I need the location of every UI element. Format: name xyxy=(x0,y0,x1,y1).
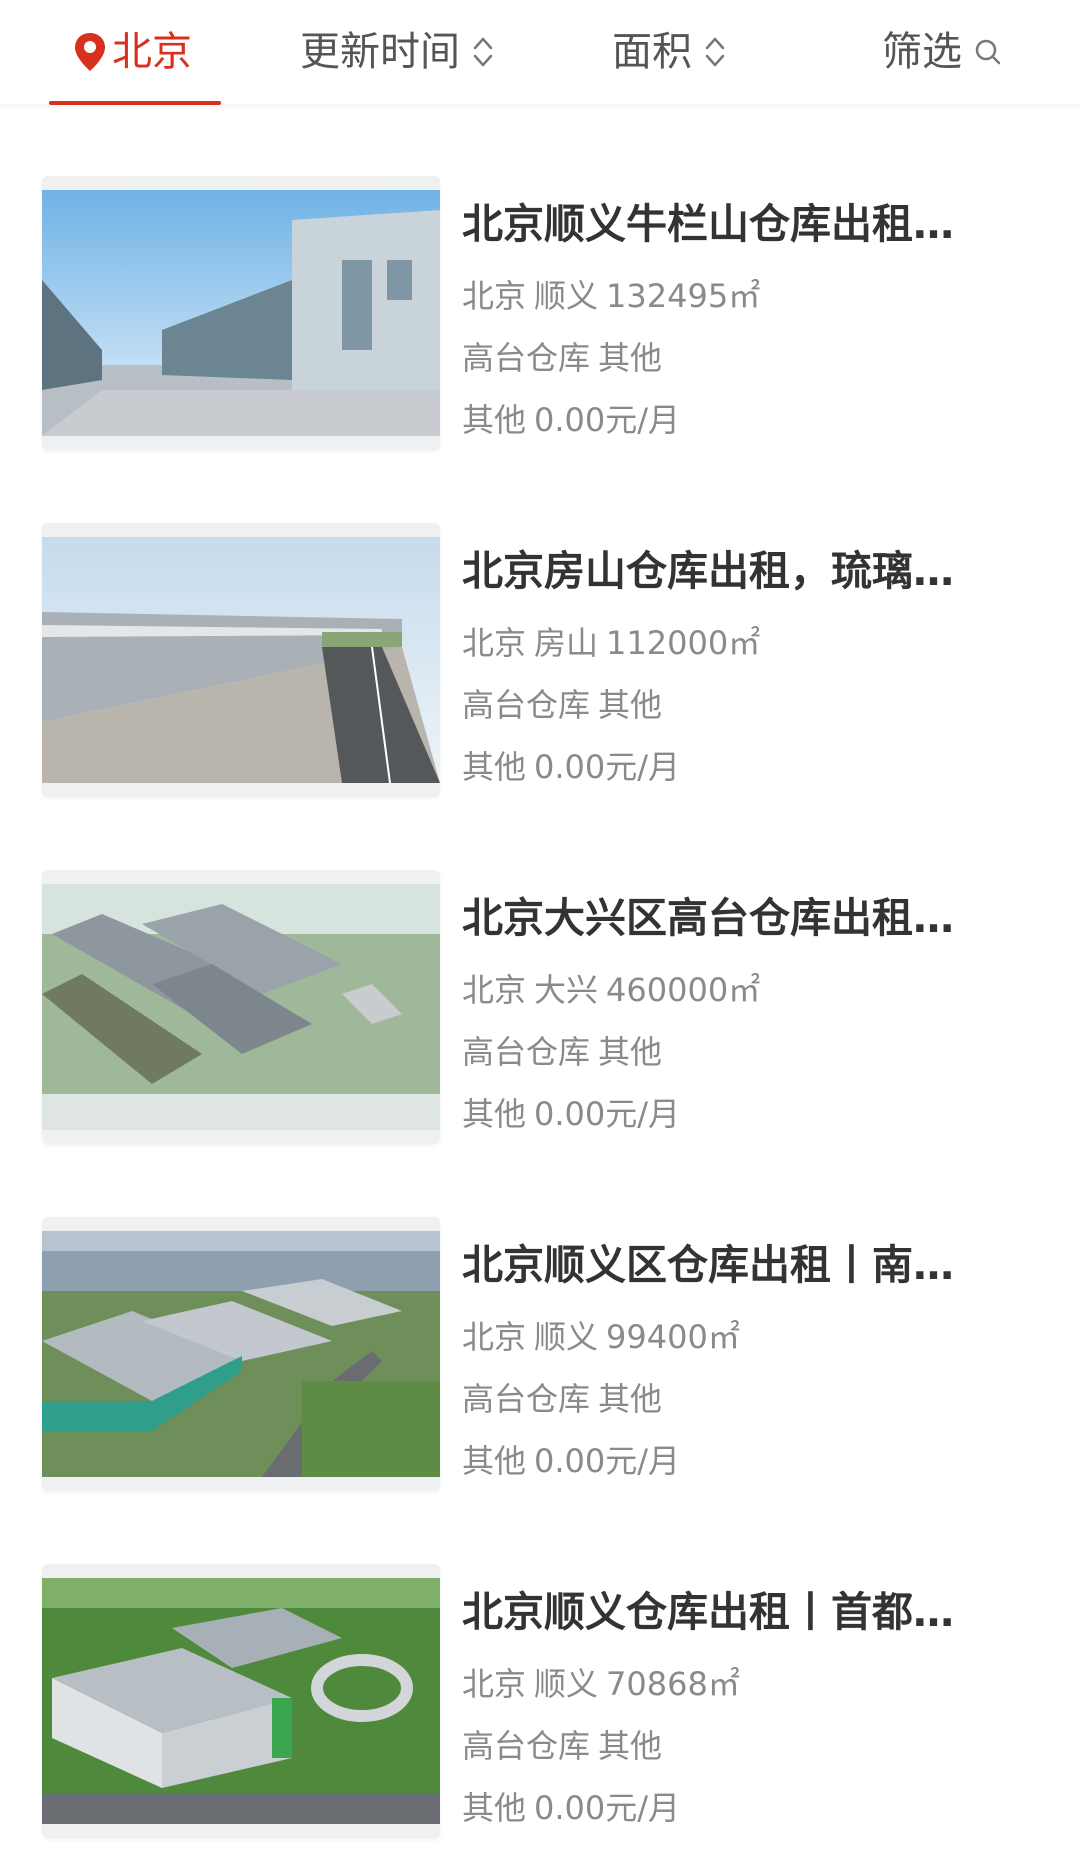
listing-category: 其他 xyxy=(598,1380,663,1418)
listing-type: 高台仓库 其他 xyxy=(462,1377,662,1421)
listing-category: 其他 xyxy=(598,1033,663,1071)
listing-price-value: 0.00元/月 xyxy=(534,1095,681,1133)
listing-type: 高台仓库 其他 xyxy=(462,683,662,727)
location-pin-icon xyxy=(75,33,105,71)
listing-price-value: 0.00元/月 xyxy=(534,1442,681,1480)
listing-warehouse-type: 高台仓库 xyxy=(462,1033,591,1071)
warehouse-photo xyxy=(42,870,440,1144)
listing-title: 北京顺义牛栏山仓库出租… xyxy=(462,200,954,248)
listing-price: 其他 0.00元/月 xyxy=(462,398,680,442)
warehouse-photo xyxy=(42,523,440,797)
listing-district: 大兴 xyxy=(534,971,599,1009)
listing-warehouse-type: 高台仓库 xyxy=(462,686,591,724)
warehouse-listing[interactable]: 北京顺义牛栏山仓库出租… 北京 顺义 132495㎡ 高台仓库 其他 其他 0.00元/… xyxy=(0,176,1080,466)
sort-update-time-label: 更新时间 xyxy=(300,29,460,75)
listing-price-type: 其他 xyxy=(462,1789,527,1827)
warehouse-listing[interactable]: 北京顺义仓库出租丨首都… 北京 顺义 70868㎡ 高台仓库 其他 其他 0.00元/月 xyxy=(0,1564,1080,1854)
sort-toggle-icon xyxy=(473,37,493,67)
city-filter-tab[interactable]: 北京 xyxy=(72,0,192,104)
listing-type: 高台仓库 其他 xyxy=(462,1724,662,1768)
warehouse-photo xyxy=(42,1564,440,1838)
listing-district: 房山 xyxy=(534,624,599,662)
listing-price: 其他 0.00元/月 xyxy=(462,1092,680,1136)
listing-price-value: 0.00元/月 xyxy=(534,1789,681,1827)
listing-location: 北京 顺义 70868㎡ xyxy=(462,1662,740,1706)
listing-city: 北京 xyxy=(462,277,527,315)
warehouse-photo xyxy=(42,1217,440,1491)
listing-price-type: 其他 xyxy=(462,1442,527,1480)
warehouse-listing[interactable]: 北京房山仓库出租，琉璃… 北京 房山 112000㎡ 高台仓库 其他 其他 0.00元/… xyxy=(0,523,1080,813)
listing-price-value: 0.00元/月 xyxy=(534,748,681,786)
listing-location: 北京 顺义 99400㎡ xyxy=(462,1315,740,1359)
listing-district: 顺义 xyxy=(534,277,599,315)
active-tab-indicator xyxy=(49,101,221,105)
warehouse-photo xyxy=(42,176,440,450)
sort-update-time-tab[interactable]: 更新时间 xyxy=(300,0,494,104)
listing-district: 顺义 xyxy=(534,1318,599,1356)
listing-city: 北京 xyxy=(462,624,527,662)
listing-price: 其他 0.00元/月 xyxy=(462,1786,680,1830)
listing-warehouse-type: 高台仓库 xyxy=(462,1727,591,1765)
warehouse-listing[interactable]: 北京顺义区仓库出租丨南… 北京 顺义 99400㎡ 高台仓库 其他 其他 0.00元/月 xyxy=(0,1217,1080,1507)
listing-price-value: 0.00元/月 xyxy=(534,401,681,439)
listing-title: 北京顺义区仓库出租丨南… xyxy=(462,1241,954,1289)
listing-category: 其他 xyxy=(598,339,663,377)
listing-location: 北京 房山 112000㎡ xyxy=(462,621,760,665)
listing-price-type: 其他 xyxy=(462,1095,527,1133)
sort-toggle-icon xyxy=(705,37,725,67)
warehouse-listing[interactable]: 北京大兴区高台仓库出租… 北京 大兴 460000㎡ 高台仓库 其他 其他 0.00元/… xyxy=(0,870,1080,1160)
listing-area: 112000㎡ xyxy=(606,624,761,662)
city-filter-label: 北京 xyxy=(112,29,192,75)
listing-price: 其他 0.00元/月 xyxy=(462,1439,680,1483)
listing-title: 北京房山仓库出租，琉璃… xyxy=(462,547,954,595)
listing-area: 460000㎡ xyxy=(606,971,761,1009)
listing-category: 其他 xyxy=(598,1727,663,1765)
listing-price-type: 其他 xyxy=(462,401,527,439)
listing-warehouse-type: 高台仓库 xyxy=(462,1380,591,1418)
sort-area-label: 面积 xyxy=(612,29,692,75)
listing-district: 顺义 xyxy=(534,1665,599,1703)
search-icon xyxy=(975,39,1001,65)
listing-area: 99400㎡ xyxy=(606,1318,740,1356)
listing-title: 北京顺义仓库出租丨首都… xyxy=(462,1588,954,1636)
listing-area: 132495㎡ xyxy=(606,277,761,315)
listing-category: 其他 xyxy=(598,686,663,724)
listing-type: 高台仓库 其他 xyxy=(462,336,662,380)
listing-location: 北京 大兴 460000㎡ xyxy=(462,968,760,1012)
listing-price-type: 其他 xyxy=(462,748,527,786)
listing-city: 北京 xyxy=(462,1318,527,1356)
filter-button[interactable]: 筛选 xyxy=(882,0,1002,104)
listing-warehouse-type: 高台仓库 xyxy=(462,339,591,377)
listing-title: 北京大兴区高台仓库出租… xyxy=(462,894,954,942)
listing-area: 70868㎡ xyxy=(606,1665,740,1703)
filter-label: 筛选 xyxy=(882,29,962,75)
listing-city: 北京 xyxy=(462,1665,527,1703)
listing-type: 高台仓库 其他 xyxy=(462,1030,662,1074)
listing-location: 北京 顺义 132495㎡ xyxy=(462,274,760,318)
filter-bar: 北京 更新时间 面积 筛选 xyxy=(0,0,1080,105)
sort-area-tab[interactable]: 面积 xyxy=(612,0,726,104)
listing-price: 其他 0.00元/月 xyxy=(462,745,680,789)
listing-city: 北京 xyxy=(462,971,527,1009)
